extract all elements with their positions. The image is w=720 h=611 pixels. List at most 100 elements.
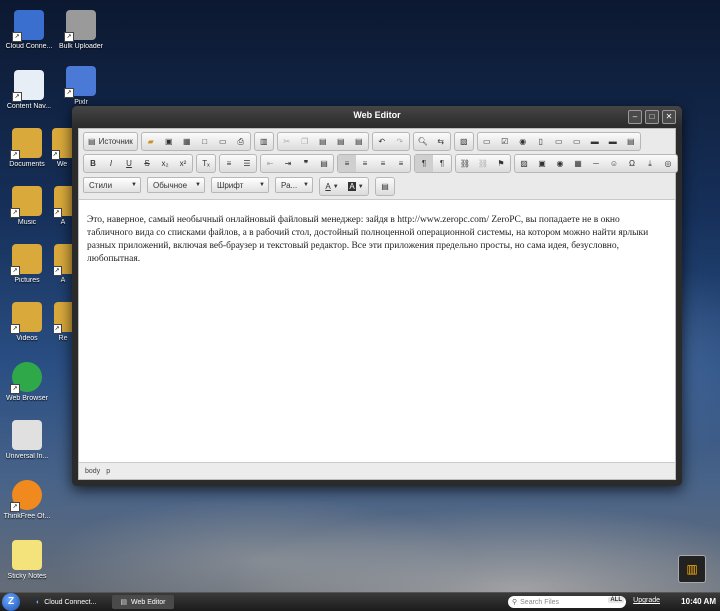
size-dropdown[interactable]: Ра... ▼: [275, 177, 313, 193]
desktop-icon-documents[interactable]: ↗ Documents: [0, 128, 54, 168]
bulleted-list-icon[interactable]: ☰: [238, 155, 256, 172]
remove-format-icon[interactable]: Tₓ: [197, 155, 215, 172]
div-container-icon[interactable]: ▤: [315, 155, 333, 172]
text-color-button[interactable]: A ▼: [320, 178, 344, 195]
desktop-icon-videos[interactable]: ↗ Videos: [0, 302, 54, 342]
outdent-icon[interactable]: ⇤: [261, 155, 279, 172]
unlink-icon[interactable]: ⛓: [474, 155, 492, 172]
maximize-button[interactable]: □: [645, 110, 659, 124]
source-button[interactable]: ▤ Источник: [84, 133, 137, 150]
desktop-icon-bulk-uploader[interactable]: ↗ Bulk Uploader: [54, 10, 108, 50]
image-button-icon[interactable]: ▬: [604, 133, 622, 150]
media-icon[interactable]: ◉: [551, 155, 569, 172]
chevron-down-icon: ▼: [259, 182, 265, 188]
table-icon[interactable]: ▦: [569, 155, 587, 172]
numbered-list-icon[interactable]: ≡: [220, 155, 238, 172]
desktop-icon-we[interactable]: ↗ We: [52, 128, 72, 168]
superscript-icon[interactable]: x²: [174, 155, 192, 172]
search-scope-button[interactable]: ALL: [608, 597, 624, 603]
strikethrough-icon[interactable]: S: [138, 155, 156, 172]
text-direction-rtl-icon[interactable]: ¶: [433, 155, 451, 172]
select-field-icon[interactable]: ▭: [568, 133, 586, 150]
font-dropdown[interactable]: Шрифт ▼: [211, 177, 269, 193]
desktop-icon-web-browser[interactable]: ↗ Web Browser: [0, 362, 54, 402]
undo-icon[interactable]: ↶: [373, 133, 391, 150]
open-icon[interactable]: ▰: [142, 133, 160, 150]
cut-icon[interactable]: ✂: [278, 133, 296, 150]
content-nav-icon: ↗: [12, 70, 44, 102]
background-color-button[interactable]: A ▼: [344, 178, 368, 195]
desktop-icon-pixlr[interactable]: ↗ Pixlr: [54, 66, 108, 106]
subscript-icon[interactable]: x₂: [156, 155, 174, 172]
desktop-icon-pictures[interactable]: ↗ Pictures: [0, 244, 54, 284]
justify-icon[interactable]: ≡: [392, 155, 410, 172]
page-break-icon[interactable]: ⤓: [641, 155, 659, 172]
desktop-icon-re[interactable]: ↗ Re: [54, 302, 72, 342]
start-button[interactable]: Z: [2, 593, 20, 611]
hidden-field-icon[interactable]: ▤: [622, 133, 640, 150]
desktop-icon-content-nav[interactable]: ↗ Content Nav...: [2, 70, 56, 110]
desktop-icon-cloud-connect[interactable]: ↗ Cloud Conne...: [2, 10, 56, 50]
desktop-icon-music[interactable]: ↗ Music: [0, 186, 54, 226]
desktop-icon-thinkfree[interactable]: ↗ ThinkFree Of...: [0, 480, 54, 520]
special-char-icon[interactable]: Ω: [623, 155, 641, 172]
italic-icon[interactable]: I: [102, 155, 120, 172]
image-icon[interactable]: ▨: [515, 155, 533, 172]
path-item-p[interactable]: p: [106, 468, 110, 475]
paste-icon[interactable]: ▤: [314, 133, 332, 150]
smiley-icon[interactable]: ☺: [605, 155, 623, 172]
minimize-button[interactable]: –: [628, 110, 642, 124]
task-cloud-connect[interactable]: ◐ Cloud Connect...: [28, 595, 104, 609]
search-box[interactable]: ⚲ Search Files ALL: [508, 596, 626, 608]
copy-icon[interactable]: ❐: [296, 133, 314, 150]
desktop-icon-a2[interactable]: ↗ A: [54, 244, 72, 284]
paste-text-icon[interactable]: ▤: [332, 133, 350, 150]
align-right-icon[interactable]: ≡: [374, 155, 392, 172]
show-blocks-icon[interactable]: ▤: [376, 178, 394, 195]
iframe-icon[interactable]: ◎: [659, 155, 677, 172]
button-field-icon[interactable]: ▬: [586, 133, 604, 150]
select-all-icon[interactable]: ▧: [455, 133, 473, 150]
desktop-icon-sticky-notes[interactable]: Sticky Notes: [0, 540, 54, 580]
textfield-icon[interactable]: ▯: [532, 133, 550, 150]
preview-icon[interactable]: ▭: [214, 133, 232, 150]
editor-content[interactable]: Это, наверное, самый необычный онлайновы…: [79, 200, 675, 463]
anchor-icon[interactable]: ⚑: [492, 155, 510, 172]
text-direction-ltr-icon[interactable]: ¶: [415, 155, 433, 172]
radio-icon[interactable]: ◉: [514, 133, 532, 150]
print-icon[interactable]: ⎙: [232, 133, 250, 150]
save-icon[interactable]: ▣: [160, 133, 178, 150]
path-item-body[interactable]: body: [85, 468, 100, 475]
search-input[interactable]: Search Files: [520, 599, 559, 606]
close-button[interactable]: ✕: [662, 110, 676, 124]
redo-icon[interactable]: ↷: [391, 133, 409, 150]
task-web-editor[interactable]: ▤ Web Editor: [112, 595, 174, 609]
bold-icon[interactable]: B: [84, 155, 102, 172]
align-left-icon[interactable]: ≡: [338, 155, 356, 172]
window-titlebar[interactable]: Web Editor – □ ✕: [72, 106, 682, 128]
textarea-icon[interactable]: ▭: [550, 133, 568, 150]
save-as-icon[interactable]: ▦: [178, 133, 196, 150]
format-dropdown[interactable]: Обычное ▼: [147, 177, 205, 193]
underline-icon[interactable]: U: [120, 155, 138, 172]
upgrade-link[interactable]: Upgrade: [633, 597, 660, 604]
blockquote-icon[interactable]: ❞: [297, 155, 315, 172]
taskbar: Z ◐ Cloud Connect... ▤ Web Editor ⚲ Sear…: [0, 592, 720, 611]
replace-icon[interactable]: ⇆: [432, 133, 450, 150]
checkbox-icon[interactable]: ☑: [496, 133, 514, 150]
templates-icon[interactable]: ▥: [255, 133, 273, 150]
new-page-icon[interactable]: □: [196, 133, 214, 150]
align-center-icon[interactable]: ≡: [356, 155, 374, 172]
desktop-icon-universal-inbox[interactable]: Universal In...: [0, 420, 54, 460]
desktop-icon-label: ThinkFree Of...: [3, 513, 51, 520]
desktop-icon-a1[interactable]: ↗ A: [54, 186, 72, 226]
styles-dropdown[interactable]: Стили ▼: [83, 177, 141, 193]
indent-icon[interactable]: ⇥: [279, 155, 297, 172]
form-icon[interactable]: ▭: [478, 133, 496, 150]
paste-word-icon[interactable]: ▤: [350, 133, 368, 150]
link-icon[interactable]: ⛓: [456, 155, 474, 172]
flash-icon[interactable]: ▣: [533, 155, 551, 172]
find-icon[interactable]: 🔍︎: [414, 133, 432, 150]
horizontal-line-icon[interactable]: ─: [587, 155, 605, 172]
stats-widget-icon[interactable]: ▥: [678, 555, 706, 583]
